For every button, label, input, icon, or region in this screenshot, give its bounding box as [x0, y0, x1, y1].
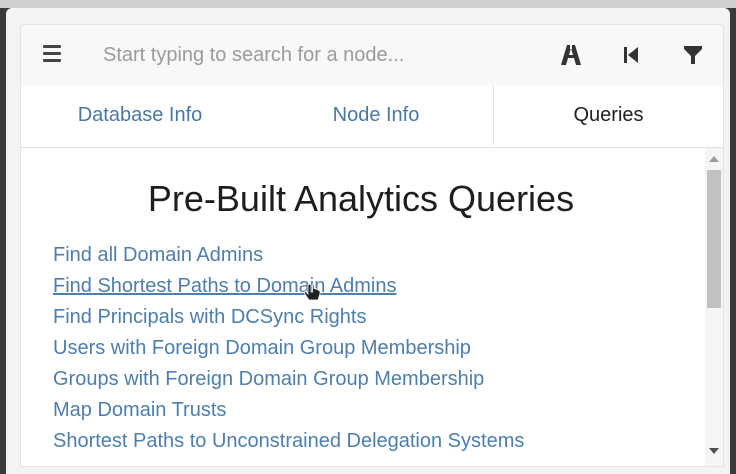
query-link[interactable]: Map Domain Trusts — [53, 399, 226, 421]
hand-cursor-icon — [303, 283, 321, 301]
scroll-up-arrow-icon[interactable] — [709, 156, 719, 162]
list-item: Users with Foreign Domain Group Membersh… — [53, 333, 524, 364]
pathfinding-road-icon[interactable] — [559, 43, 583, 67]
tab-node-info[interactable]: Node Info — [259, 85, 493, 145]
list-item: Shortest Paths to Unconstrained Delegati… — [53, 426, 524, 457]
query-list: Find all Domain Admins Find Shortest Pat… — [53, 240, 524, 457]
tab-database-info[interactable]: Database Info — [21, 85, 259, 145]
window-top-strip — [0, 0, 736, 8]
search-bar — [20, 24, 724, 86]
list-item: Find Shortest Paths to Domain Admins — [53, 271, 524, 302]
filter-icon[interactable] — [681, 43, 705, 67]
menu-icon[interactable] — [43, 45, 61, 62]
tab-bar: Database Info Node Info Queries — [20, 85, 724, 148]
page-title: Pre-Built Analytics Queries — [147, 178, 575, 219]
query-link[interactable]: Find Principals with DCSync Rights — [53, 306, 366, 328]
scroll-down-arrow-icon[interactable] — [709, 448, 719, 454]
queries-panel: Pre-Built Analytics Queries Find all Dom… — [20, 148, 724, 467]
query-link[interactable]: Shortest Paths to Unconstrained Delegati… — [53, 430, 524, 452]
query-link[interactable]: Groups with Foreign Domain Group Members… — [53, 368, 484, 390]
scrollbar-thumb[interactable] — [707, 170, 721, 308]
tab-queries[interactable]: Queries — [493, 85, 723, 145]
back-icon[interactable] — [619, 43, 643, 67]
list-item: Groups with Foreign Domain Group Members… — [53, 364, 524, 395]
list-item: Map Domain Trusts — [53, 395, 524, 426]
list-item: Find all Domain Admins — [53, 240, 524, 271]
query-link[interactable]: Find Shortest Paths to Domain Admins — [53, 275, 397, 297]
search-input[interactable] — [101, 37, 545, 73]
list-item: Find Principals with DCSync Rights — [53, 302, 524, 333]
scrollbar[interactable] — [705, 148, 723, 466]
query-link[interactable]: Users with Foreign Domain Group Membersh… — [53, 337, 471, 359]
query-link[interactable]: Find all Domain Admins — [53, 244, 263, 266]
